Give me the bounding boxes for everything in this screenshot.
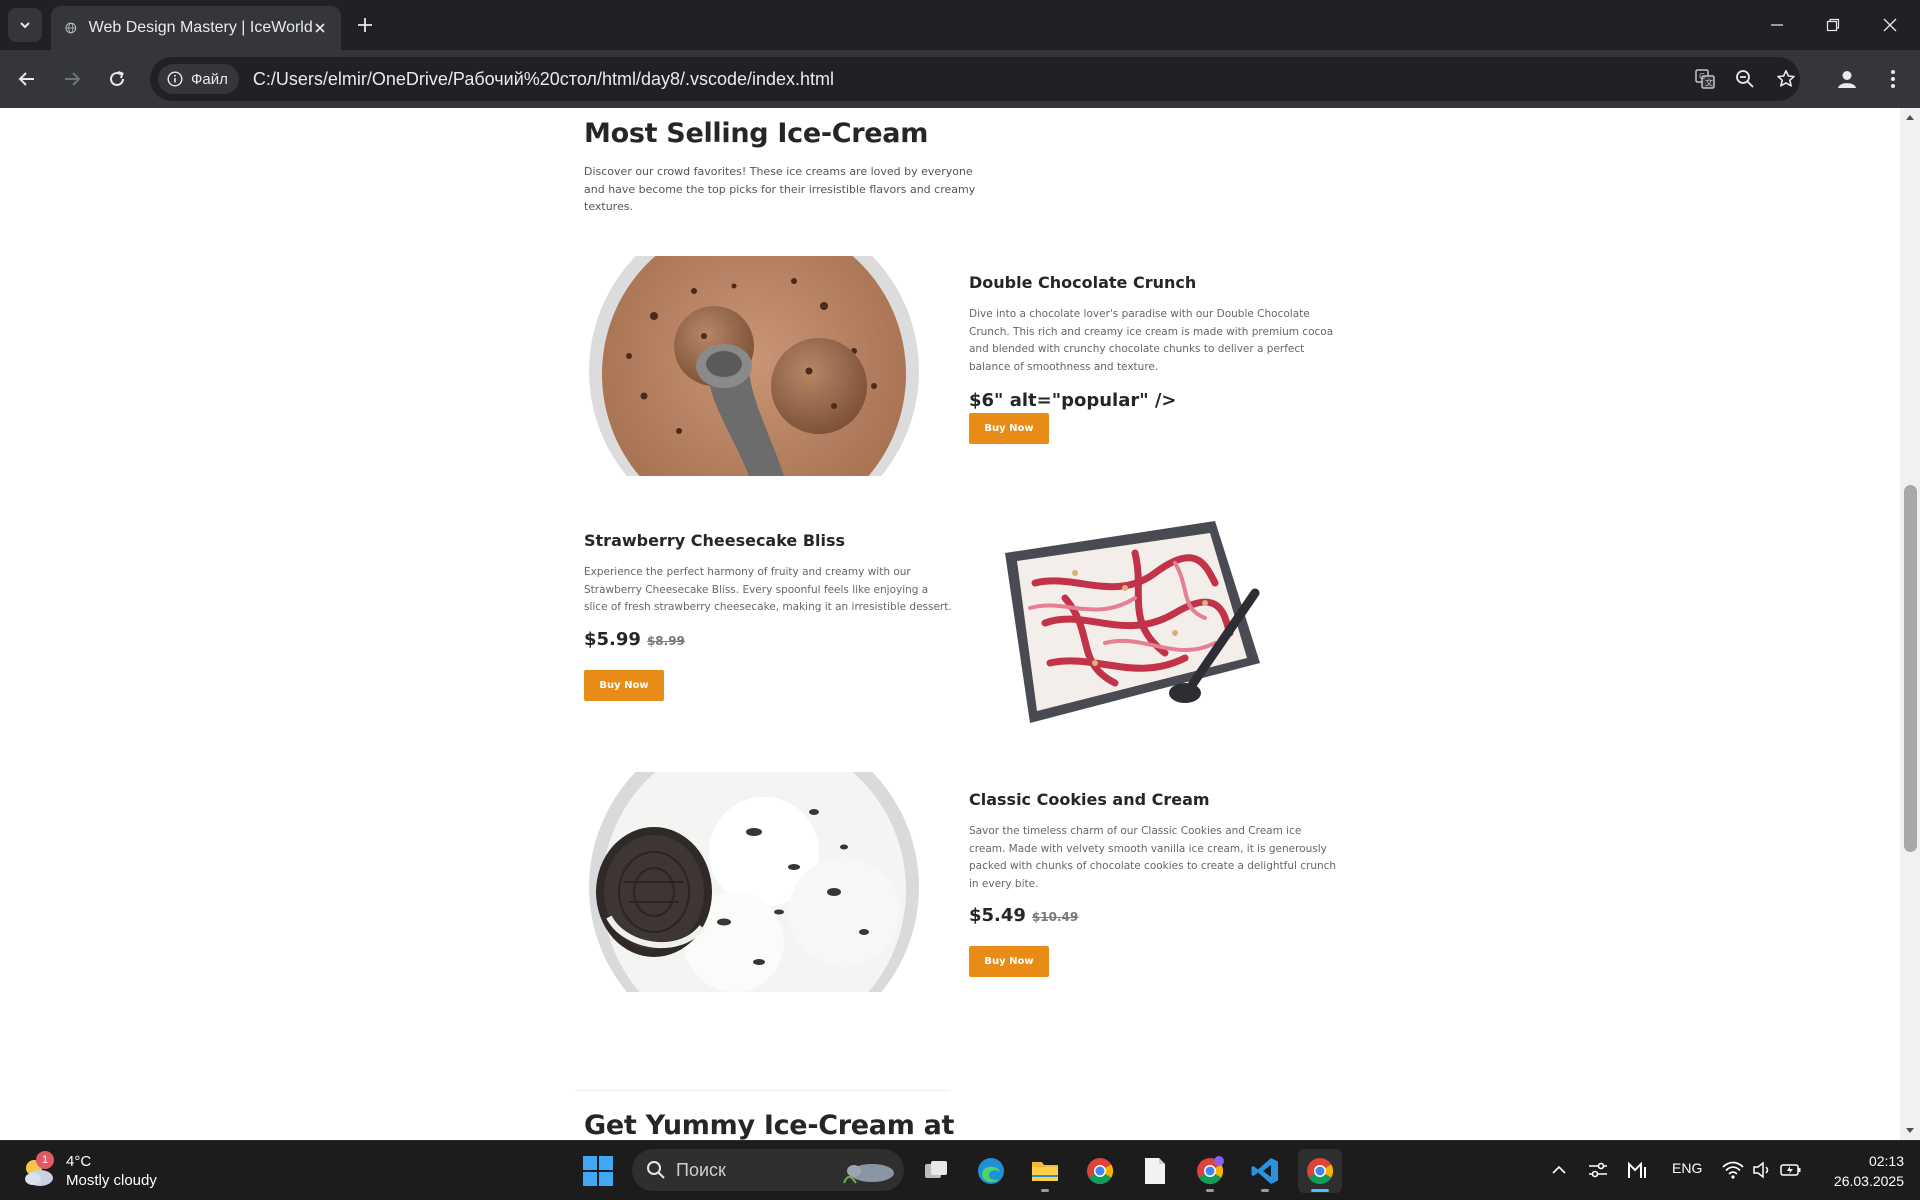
globe-icon <box>65 22 77 34</box>
site-info-chip[interactable]: Файл <box>158 64 239 94</box>
close-icon <box>1883 18 1897 32</box>
weather-temperature: 4°C <box>66 1153 92 1170</box>
scroll-up-icon[interactable] <box>1900 108 1920 126</box>
page-viewport: Most Selling Ice-Cream Discover our crow… <box>0 108 1900 1140</box>
strawberry-cheesecake-image <box>975 513 1265 728</box>
product-card-1: Double Chocolate Crunch Dive into a choc… <box>969 273 1339 444</box>
product-old-price: $10.49 <box>1031 910 1079 924</box>
address-bar[interactable]: Файл C:/Users/elmir/OneDrive/Рабочий%20с… <box>150 57 1800 101</box>
product-name: Strawberry Cheesecake Bliss <box>584 531 846 550</box>
translate-icon[interactable]: G文 <box>1690 64 1720 94</box>
windows-taskbar: 1 4°C Mostly cloudy Поиск ENG 02:13 26.0… <box>0 1140 1920 1200</box>
edge-icon[interactable] <box>969 1149 1013 1193</box>
product-old-price: $8.99 <box>646 633 685 648</box>
profile-avatar-icon[interactable] <box>1832 64 1862 94</box>
tab-title: Web Design Mastery | IceWorld <box>88 19 313 36</box>
blank-file-icon[interactable] <box>1133 1149 1177 1193</box>
cookies-and-cream-image <box>584 772 924 992</box>
battery-charging-icon[interactable] <box>1778 1157 1804 1183</box>
task-view-icon[interactable] <box>914 1149 958 1193</box>
arrow-right-icon <box>65 72 81 86</box>
chrome-active-icon[interactable] <box>1298 1149 1342 1193</box>
product-price-row: $5.49 $10.49 <box>969 905 1339 926</box>
back-button[interactable] <box>12 64 42 94</box>
product-name: Double Chocolate Crunch <box>969 273 1197 292</box>
scroll-down-icon[interactable] <box>1900 1122 1920 1140</box>
vscode-icon[interactable] <box>1243 1149 1287 1193</box>
clock-time: 02:13 <box>1868 1153 1904 1169</box>
close-tab-icon[interactable] <box>313 17 327 39</box>
product-price-row: $6" alt="popular" /> <box>969 390 1339 411</box>
show-hidden-icons-chevron-up-icon[interactable] <box>1546 1157 1572 1183</box>
double-chocolate-image <box>584 256 924 476</box>
search-icon <box>647 1161 665 1179</box>
product-price-row: $5.99 $8.99 <box>584 629 954 650</box>
product-description: Experience the perfect harmony of fruity… <box>584 566 952 613</box>
scrollbar-thumb[interactable] <box>1904 485 1917 852</box>
product-description: Dive into a chocolate lover's paradise w… <box>969 308 1334 373</box>
weather-cloud-icon: 1 <box>20 1151 56 1189</box>
chrome-profile-icon[interactable] <box>1188 1149 1232 1193</box>
close-window-button[interactable] <box>1875 10 1905 40</box>
section-title: Most Selling Ice-Cream <box>584 118 929 149</box>
settings-sliders-icon[interactable] <box>1585 1157 1611 1183</box>
next-section-title: Get Yummy Ice-Cream at <box>584 1110 955 1140</box>
svg-text:文: 文 <box>1705 78 1713 88</box>
new-tab-button[interactable] <box>352 12 378 38</box>
wifi-icon[interactable] <box>1720 1157 1746 1183</box>
active-indicator <box>1311 1189 1329 1192</box>
weather-badge: 1 <box>36 1151 54 1169</box>
security-chip-label: Файл <box>191 70 228 88</box>
running-indicator <box>1261 1189 1269 1192</box>
windows-start-icon[interactable] <box>582 1155 614 1187</box>
browser-toolbar: Файл C:/Users/elmir/OneDrive/Рабочий%20с… <box>0 50 1920 108</box>
reload-button[interactable] <box>102 64 132 94</box>
system-clock[interactable]: 02:13 26.03.2025 <box>1820 1151 1904 1191</box>
section-description: Discover our crowd favorites! These ice … <box>584 165 976 213</box>
weather-widget[interactable]: 1 4°C Mostly cloudy <box>20 1147 190 1195</box>
more-menu-icon[interactable] <box>1878 64 1908 94</box>
language-indicator[interactable]: ENG <box>1672 1160 1702 1176</box>
minimize-icon <box>1771 24 1783 26</box>
product-description: Savor the timeless charm of our Classic … <box>969 825 1337 890</box>
arrow-left-icon <box>18 72 34 86</box>
product-price: $5.49 <box>969 905 1026 926</box>
plus-icon <box>358 18 372 32</box>
running-indicator <box>1041 1189 1049 1192</box>
browser-tab[interactable]: Web Design Mastery | IceWorld <box>51 6 341 50</box>
buy-now-button[interactable]: Buy Now <box>584 669 664 701</box>
buy-now-button[interactable]: Buy Now <box>969 946 1049 977</box>
reload-icon <box>110 71 124 86</box>
page-scrollbar[interactable] <box>1900 108 1920 1140</box>
network-meter-icon[interactable] <box>1624 1157 1650 1183</box>
section-divider <box>575 1090 950 1091</box>
browser-tab-bar: Web Design Mastery | IceWorld <box>0 0 1920 50</box>
tab-search-button[interactable] <box>8 8 42 42</box>
buy-now-button[interactable]: Buy Now <box>969 413 1049 444</box>
taskbar-search[interactable]: Поиск <box>632 1149 904 1191</box>
clock-date: 26.03.2025 <box>1833 1173 1904 1189</box>
speaker-icon[interactable] <box>1749 1157 1775 1183</box>
manatee-search-highlight-icon <box>843 1164 894 1184</box>
url-text[interactable]: C:/Users/elmir/OneDrive/Рабочий%20стол/h… <box>253 69 834 90</box>
product-price: $5.99 <box>584 628 641 650</box>
minimize-button[interactable] <box>1762 10 1792 40</box>
search-placeholder: Поиск <box>676 1159 726 1180</box>
product-card-2: Strawberry Cheesecake Bliss Experience t… <box>584 531 954 701</box>
product-name: Classic Cookies and Cream <box>969 790 1210 809</box>
product-price: $6" alt="popular" /> <box>969 390 1177 411</box>
weather-condition: Mostly cloudy <box>66 1172 157 1189</box>
restore-button[interactable] <box>1818 10 1848 40</box>
file-explorer-icon[interactable] <box>1023 1149 1067 1193</box>
running-indicator <box>1206 1189 1214 1192</box>
chevron-down-icon <box>20 22 30 29</box>
info-icon <box>167 71 183 87</box>
zoom-icon[interactable] <box>1730 64 1760 94</box>
restore-icon <box>1826 18 1840 32</box>
forward-button[interactable] <box>57 64 87 94</box>
bookmark-star-icon[interactable] <box>1771 64 1801 94</box>
product-card-3: Classic Cookies and Cream Savor the time… <box>969 790 1339 977</box>
chrome-icon[interactable] <box>1078 1149 1122 1193</box>
